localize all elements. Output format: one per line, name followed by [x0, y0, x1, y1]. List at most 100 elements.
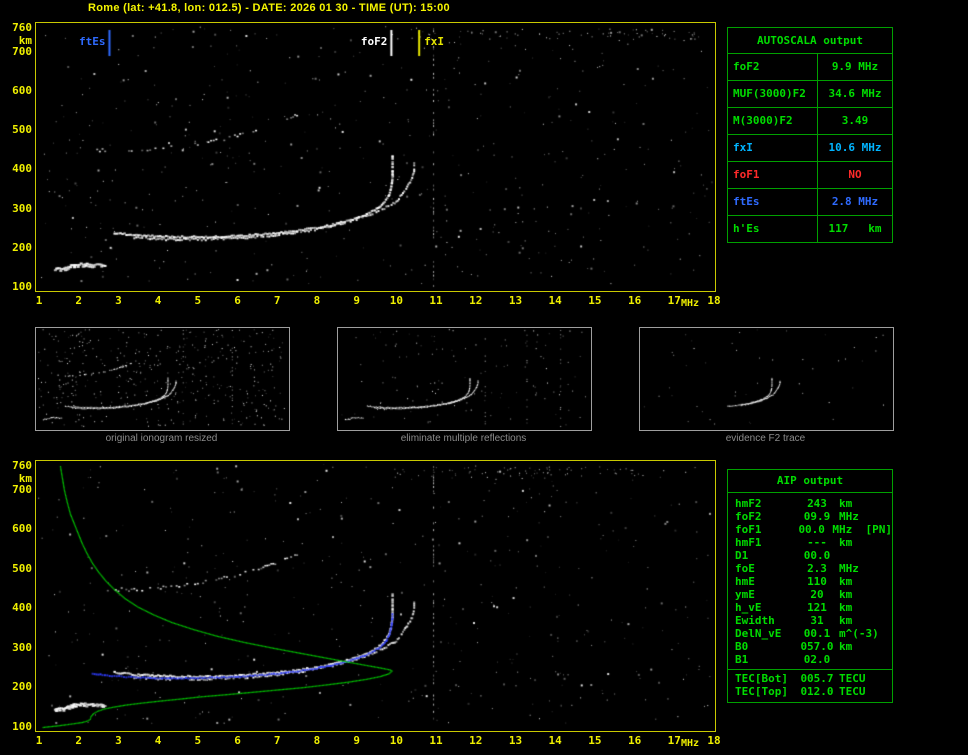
autoscala-row-foF2: foF2 9.9 MHz: [728, 54, 892, 81]
x-axis-tick-label: 18: [707, 294, 721, 307]
autoscala-row-label: M(3000)F2: [728, 108, 818, 134]
ionogram-plot-bottom: [35, 460, 716, 732]
aip-row-ymE: ymE 20 km: [728, 588, 892, 601]
x-axis-tick-label: 11: [429, 734, 443, 747]
aip-label: h_vE: [735, 601, 762, 614]
aip-value: 110: [807, 575, 827, 588]
aip-label: foF1: [735, 523, 762, 536]
aip-value: 20: [810, 588, 824, 601]
aip-label: DelN_vE: [735, 627, 782, 640]
autoscala-row-fxI: fxI 10.6 MHz: [728, 135, 892, 162]
aip-label: hmF1: [735, 536, 762, 549]
x-axis-tick-label: 10: [389, 734, 403, 747]
aip-unit: TECU: [839, 685, 866, 698]
autoscala-row-label: foF2: [728, 54, 818, 80]
aip-value: 00.0: [798, 523, 825, 536]
aip-label: TEC[Top]: [735, 685, 788, 698]
aip-label: D1: [735, 549, 749, 562]
aip-row-TECBot: TEC[Bot] 005.7 TECU: [728, 672, 892, 685]
aip-row-hmF2: hmF2 243 km: [728, 497, 892, 510]
y-axis-tick-label: 600: [12, 83, 32, 97]
x-axis-tick-label: 1: [35, 294, 43, 307]
x-axis-tick-label: 16: [627, 734, 642, 747]
autoscala-table-header: AUTOSCALA output: [728, 28, 892, 54]
thumbnail-canvas-evidence: [640, 328, 891, 428]
aip-row-foF1: foF1 00.0 MHz [PN]: [728, 523, 892, 536]
marker-label-fxI: fxI: [424, 35, 445, 48]
aip-output-table: AIP output hmF2 243 km foF2 09.9 MHz foF1 00.0 M…: [727, 469, 893, 703]
aip-row-D1: D1 00.0: [728, 549, 892, 562]
page-title: Rome (lat: +41.8, lon: 012.5) - DATE: 20…: [88, 2, 450, 14]
y-axis-tick-label: 400: [12, 601, 32, 615]
x-axis-tick-label: 9: [353, 294, 360, 307]
y-axis-tick-label: 100: [12, 280, 32, 293]
aip-value: 012.0: [800, 685, 834, 698]
aip-row-TECTop: TEC[Top] 012.0 TECU: [728, 685, 892, 698]
y-axis-tick-label: 400: [12, 162, 32, 176]
aip-label: Ewidth: [735, 614, 775, 627]
y-axis-tick-label: 300: [12, 640, 32, 654]
aip-value: 057.0: [800, 640, 834, 653]
autoscala-row-foF1: foF1 NO: [728, 162, 892, 189]
thumbnail-canvas-original: [36, 328, 287, 428]
autoscala-row-label: ftEs: [728, 189, 818, 215]
aip-table-body: hmF2 243 km foF2 09.9 MHz foF1 00.0 MHz [PN] hmF1…: [728, 497, 892, 666]
x-axis-tick-label: 14: [548, 294, 562, 307]
marker-label-foF2: foF2: [360, 35, 388, 48]
aip-unit: MHz: [839, 562, 859, 575]
x-axis-tick-label: 8: [313, 734, 321, 747]
thumbnail-caption-evidence: evidence F2 trace: [725, 433, 806, 444]
autoscala-row-value: 9.9 MHz: [831, 60, 879, 73]
autoscala-table-body: foF2 9.9 MHz MUF(3000)F2 34.6 MHz M(3000)F2 3…: [728, 54, 892, 242]
x-axis-tick-label: 7: [273, 734, 281, 747]
x-axis-tick-label: 5: [194, 294, 202, 307]
x-axis-unit-label: MHz: [681, 738, 700, 749]
aip-value: 243: [807, 497, 827, 510]
autoscala-window: Rome (lat: +41.8, lon: 012.5) - DATE: 20…: [0, 0, 968, 755]
x-axis-tick-label: 9: [353, 734, 360, 747]
x-axis-tick-label: 12: [469, 294, 483, 307]
y-axis-tick-label: 760: [12, 459, 32, 472]
x-axis-tick-label: 18: [707, 734, 721, 747]
aip-table-header: AIP output: [728, 470, 892, 493]
y-axis-tick-label: 300: [12, 201, 32, 215]
aip-row-hmF1: hmF1 --- km: [728, 536, 892, 549]
aip-value: 2.3: [807, 562, 827, 575]
aip-unit: MHz: [839, 510, 859, 523]
autoscala-row-M3000F2: M(3000)F2 3.49: [728, 108, 892, 135]
aip-label: B0: [735, 640, 749, 653]
y-axis-tick-label: 200: [12, 680, 32, 694]
autoscala-row-label: MUF(3000)F2: [728, 81, 818, 107]
aip-row-DelNvE: DelN_vE 00.1 m^(-3): [728, 627, 892, 640]
x-axis-tick-label: 12: [469, 734, 483, 747]
y-axis-unit-label: km: [18, 34, 32, 47]
thumbnail-evidence-f2: [639, 327, 894, 431]
aip-row-foE: foE 2.3 MHz: [728, 562, 892, 575]
aip-unit: km: [839, 536, 853, 549]
y-axis-tick-label: 760: [12, 21, 32, 34]
aip-unit: km: [839, 640, 853, 653]
x-axis-tick-label: 3: [115, 734, 122, 747]
aip-unit: m^(-3): [839, 627, 879, 640]
autoscala-row-value: NO: [848, 168, 862, 181]
x-axis-tick-label: 8: [313, 294, 321, 307]
y-axis-tick-label: 200: [12, 240, 32, 254]
x-axis-tick-label: 2: [75, 294, 83, 307]
aip-value: 005.7: [800, 672, 834, 685]
aip-label: foE: [735, 562, 755, 575]
ionogram-canvas-top: [36, 23, 715, 291]
aip-unit: km: [839, 601, 853, 614]
y-axis-tick-label: 600: [12, 522, 32, 536]
x-axis-tick-label: 11: [429, 294, 443, 307]
aip-label: hmF2: [735, 497, 762, 510]
autoscala-row-MUF3000F2: MUF(3000)F2 34.6 MHz: [728, 81, 892, 108]
aip-label: TEC[Bot]: [735, 672, 788, 685]
aip-label: B1: [735, 653, 749, 666]
x-axis-tick-label: 15: [588, 294, 602, 307]
aip-row-hmE: hmE 110 km: [728, 575, 892, 588]
y-axis-tick-label: 100: [12, 720, 32, 733]
y-axis-tick-label: 700: [12, 482, 32, 496]
autoscala-row-value: 117 km: [828, 222, 882, 235]
autoscala-row-label: foF1: [728, 162, 818, 188]
autoscala-row-hEs: h'Es 117 km: [728, 216, 892, 242]
